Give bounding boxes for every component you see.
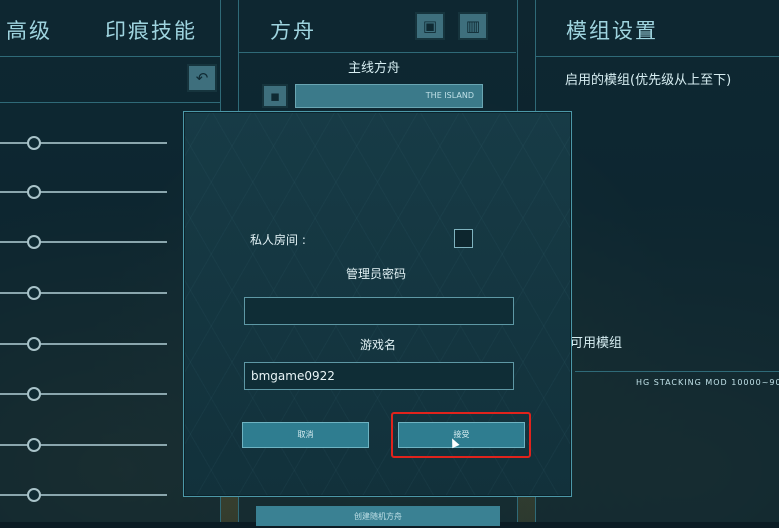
slider-track[interactable] (0, 292, 167, 294)
slider-track[interactable] (0, 191, 167, 193)
ark-title: 方舟 (270, 19, 316, 43)
map-icon: ▪ (269, 87, 281, 105)
slider-handle[interactable] (27, 387, 41, 401)
available-mods-label: 可用模组 (570, 336, 623, 351)
game-name-label: 游戏名 (360, 338, 397, 352)
slider-handle[interactable] (27, 235, 41, 249)
divider (0, 102, 220, 103)
save-button[interactable]: ▣ (415, 12, 445, 40)
mod-list-item[interactable]: HG STACKING MOD 10000~90 (636, 378, 779, 387)
undo-icon: ↶ (195, 69, 209, 87)
slider-track[interactable] (0, 444, 167, 446)
divider (0, 56, 220, 57)
slider-track[interactable] (0, 393, 167, 395)
tab-advanced[interactable]: 高级 (6, 15, 52, 45)
admin-password-input[interactable] (244, 297, 514, 325)
slider-track[interactable] (0, 494, 167, 496)
main-ark-label: 主线方舟 (348, 61, 401, 76)
divider (575, 371, 779, 372)
tab-engram-skills[interactable]: 印痕技能 (105, 15, 197, 45)
private-room-checkbox[interactable] (454, 229, 473, 248)
private-room-label: 私人房间 : (250, 233, 306, 247)
divider (239, 52, 516, 53)
undo-button[interactable]: ↶ (187, 64, 217, 92)
game-name-input[interactable] (244, 362, 514, 390)
admin-password-label: 管理员密码 (346, 267, 407, 281)
active-mods-label: 启用的模组(优先级从上至下) (565, 73, 732, 88)
server-button[interactable]: ▥ (458, 12, 488, 40)
server-icon: ▥ (465, 17, 481, 35)
cancel-button[interactable]: 取消 (242, 422, 369, 448)
mod-settings-title: 模组设置 (566, 19, 658, 43)
slider-handle[interactable] (27, 286, 41, 300)
divider (536, 56, 779, 57)
slider-handle[interactable] (27, 136, 41, 150)
slider-track[interactable] (0, 343, 167, 345)
slider-handle[interactable] (27, 337, 41, 351)
slider-track[interactable] (0, 142, 167, 144)
slider-handle[interactable] (27, 185, 41, 199)
slider-track[interactable] (0, 241, 167, 243)
slider-handle[interactable] (27, 438, 41, 452)
create-random-ark-button[interactable]: 创建随机方舟 (256, 506, 500, 526)
map-select-field[interactable]: THE ISLAND (295, 84, 483, 108)
save-icon: ▣ (422, 17, 438, 35)
slider-handle[interactable] (27, 488, 41, 502)
map-toggle-button[interactable]: ▪ (262, 84, 288, 108)
highlight-box (391, 412, 531, 458)
